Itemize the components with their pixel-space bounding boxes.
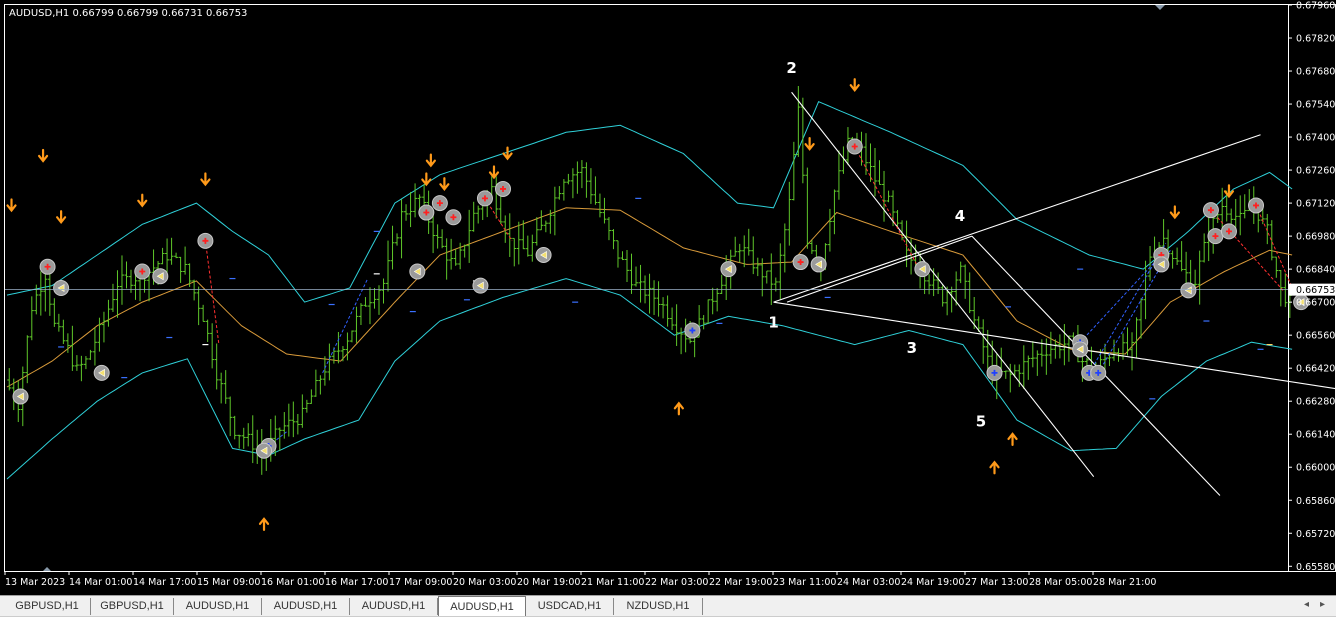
wave-label: 1 [768, 314, 778, 332]
time-tick-label: 16 Mar 01:00 [261, 577, 324, 588]
time-tick-label: 15 Mar 09:00 [197, 577, 260, 588]
tab-usdcad[interactable]: USDCAD,H1 [526, 598, 614, 615]
time-tick-label: 24 Mar 19:00 [901, 577, 964, 588]
time-tick-label: 20 Mar 03:00 [453, 577, 516, 588]
price-tick-label: 0.67120 [1296, 199, 1335, 210]
current-price-label: 0.66753 [1296, 285, 1335, 296]
wave-label: 5 [976, 412, 986, 430]
price-tick-label: 0.67540 [1296, 100, 1335, 111]
price-tick-label: 0.66840 [1296, 265, 1335, 276]
time-tick-label: 14 Mar 01:00 [69, 577, 132, 588]
price-tick-label: 0.65720 [1296, 529, 1335, 540]
price-tick-label: 0.66700 [1296, 298, 1335, 309]
price-tick-label: 0.66980 [1296, 232, 1335, 243]
time-tick-label: 24 Mar 03:00 [837, 577, 900, 588]
time-tick-label: 17 Mar 09:00 [389, 577, 452, 588]
tab-scroll-right-icon[interactable]: ▸ [1320, 599, 1325, 610]
time-tick-label: 20 Mar 19:00 [517, 577, 580, 588]
price-tick-label: 0.65860 [1296, 496, 1335, 507]
time-tick-label: 27 Mar 13:00 [965, 577, 1028, 588]
price-tick-label: 0.66140 [1296, 430, 1335, 441]
time-tick-label: 22 Mar 19:00 [709, 577, 772, 588]
symbol-header: AUDUSD,H1 0.66799 0.66799 0.66731 0.6675… [9, 8, 247, 19]
price-tick-label: 0.67820 [1296, 34, 1335, 45]
tab-gbpusd-2[interactable]: GBPUSD,H1 [91, 598, 174, 615]
price-tick-label: 0.66420 [1296, 364, 1335, 375]
time-tick-label: 28 Mar 21:00 [1093, 577, 1156, 588]
price-tick-label: 0.66000 [1296, 463, 1335, 474]
tab-gbpusd-1[interactable]: GBPUSD,H1 [4, 598, 91, 615]
price-chart[interactable]: 0.67960 0.67820 0.67680 0.67540 0.67400 0.672… [0, 0, 1336, 595]
time-tick-label: 28 Mar 05:00 [1029, 577, 1092, 588]
time-tick-label: 13 Mar 2023 [5, 577, 65, 588]
tab-audusd-1[interactable]: AUDUSD,H1 [174, 598, 262, 615]
tab-audusd-3[interactable]: AUDUSD,H1 [350, 598, 438, 615]
tab-nzdusd[interactable]: NZDUSD,H1 [614, 598, 703, 615]
price-tick-label: 0.67680 [1296, 67, 1335, 78]
time-tick-label: 21 Mar 11:00 [581, 577, 644, 588]
tab-audusd-2[interactable]: AUDUSD,H1 [262, 598, 350, 615]
wave-label: 2 [786, 59, 796, 77]
tab-audusd-active[interactable]: AUDUSD,H1 [438, 596, 526, 617]
wave-label: 4 [955, 207, 965, 225]
time-tick-label: 22 Mar 03:00 [645, 577, 708, 588]
time-tick-label: 14 Mar 17:00 [133, 577, 196, 588]
price-tick-label: 0.67260 [1296, 166, 1335, 177]
price-tick-label: 0.66560 [1296, 331, 1335, 342]
time-tick-label: 23 Mar 11:00 [773, 577, 836, 588]
price-tick-label: 0.66280 [1296, 397, 1335, 408]
price-tick-label: 0.65580 [1296, 562, 1335, 573]
price-tick-label: 0.67960 [1296, 1, 1335, 12]
price-tick-label: 0.67400 [1296, 133, 1335, 144]
time-tick-label: 16 Mar 17:00 [325, 577, 388, 588]
tab-scroll-left-icon[interactable]: ◂ [1304, 599, 1309, 610]
wave-label: 3 [907, 339, 917, 357]
